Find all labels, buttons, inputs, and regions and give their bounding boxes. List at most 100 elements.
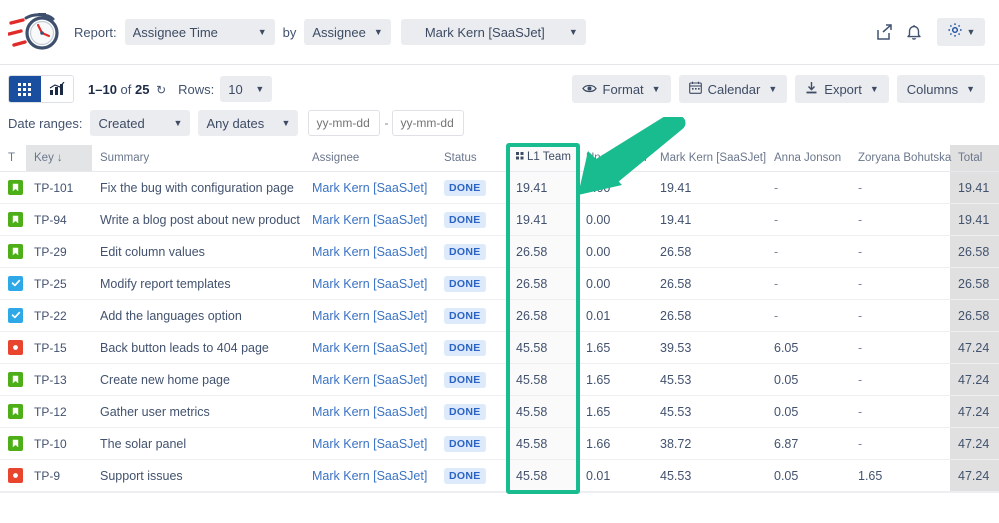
- chevron-down-icon: ▼: [768, 84, 778, 94]
- assignee-link[interactable]: Mark Kern [SaaSJet]: [312, 213, 427, 227]
- chevron-down-icon: ▼: [568, 26, 578, 37]
- col-header-l1-team[interactable]: L1 Team: [508, 145, 578, 172]
- cell-summary[interactable]: Fix the bug with configuration page: [92, 171, 304, 204]
- status-badge[interactable]: DONE: [444, 275, 486, 292]
- cell-assignee: Mark Kern [SaaSJet]: [304, 299, 436, 332]
- cell-type: [0, 235, 26, 268]
- cell-summary[interactable]: Edit column values: [92, 235, 304, 268]
- col-header-type[interactable]: T: [0, 145, 26, 172]
- cell-key[interactable]: TP-12: [26, 395, 92, 428]
- table-row[interactable]: TP-13 Create new home page Mark Kern [SaaS…: [0, 363, 999, 396]
- cell-total: 19.41: [950, 171, 999, 204]
- cell-mark-kern: 45.53: [652, 363, 766, 396]
- cell-summary[interactable]: Create new home page: [92, 363, 304, 396]
- refresh-icon[interactable]: ↻: [156, 83, 166, 97]
- cell-key[interactable]: TP-10: [26, 427, 92, 460]
- cell-summary[interactable]: Back button leads to 404 page: [92, 331, 304, 364]
- export-button[interactable]: Export ▼: [795, 75, 889, 103]
- status-badge[interactable]: DONE: [444, 243, 486, 260]
- col-header-summary[interactable]: Summary: [92, 145, 304, 172]
- table-row[interactable]: TP-9 Support issues Mark Kern [SaaSJet] DON…: [0, 459, 999, 492]
- cell-summary[interactable]: Support issues: [92, 459, 304, 492]
- col-header-status[interactable]: Status: [436, 145, 508, 172]
- cell-summary[interactable]: The solar panel: [92, 427, 304, 460]
- settings-button[interactable]: ▼: [937, 18, 985, 46]
- cell-summary[interactable]: Add the languages option: [92, 299, 304, 332]
- assignee-link[interactable]: Mark Kern [SaaSJet]: [312, 309, 427, 323]
- col-header-key-label: Key: [34, 151, 54, 164]
- col-header-total[interactable]: Total: [950, 145, 999, 172]
- bell-icon[interactable]: [899, 17, 929, 47]
- date-preset-select[interactable]: Any dates ▼: [198, 110, 299, 136]
- cell-key[interactable]: TP-29: [26, 235, 92, 268]
- cell-summary[interactable]: Write a blog post about new product: [92, 203, 304, 236]
- user-filter-select[interactable]: Mark Kern [SaaSJet] ▼: [400, 19, 586, 45]
- col-header-mark-kern[interactable]: Mark Kern [SaaSJet]: [652, 145, 766, 172]
- report-type-select[interactable]: Assignee Time ▼: [124, 19, 275, 45]
- table-row[interactable]: TP-22 Add the languages option Mark Kern […: [0, 299, 999, 332]
- cell-total: 47.24: [950, 427, 999, 460]
- share-icon[interactable]: [869, 17, 899, 47]
- group-by-select[interactable]: Assignee ▼: [304, 19, 391, 45]
- table-row[interactable]: TP-15 Back button leads to 404 page Mark K…: [0, 331, 999, 364]
- cell-l1-team: 45.58: [508, 459, 578, 492]
- cell-l1-team: 45.58: [508, 363, 578, 396]
- cell-unassigned: 0.00: [578, 203, 652, 236]
- status-badge[interactable]: DONE: [444, 339, 486, 356]
- issue-type-story-icon: [8, 372, 23, 387]
- status-badge[interactable]: DONE: [444, 403, 486, 420]
- status-badge[interactable]: DONE: [444, 211, 486, 228]
- cell-summary[interactable]: Modify report templates: [92, 267, 304, 300]
- user-filter-value: Mark Kern [SaaSJet]: [424, 24, 545, 40]
- assignee-link[interactable]: Mark Kern [SaaSJet]: [312, 341, 427, 355]
- col-header-unassigned[interactable]: Unassigned: [578, 145, 652, 172]
- table-header: T Key ↓ Summary Assignee Status L1 Team U…: [0, 145, 999, 172]
- table-row[interactable]: TP-29 Edit column values Mark Kern [SaaSJe…: [0, 235, 999, 268]
- date-from-input[interactable]: [308, 110, 381, 136]
- assignee-link[interactable]: Mark Kern [SaaSJet]: [312, 405, 427, 419]
- assignee-link[interactable]: Mark Kern [SaaSJet]: [312, 277, 427, 291]
- cell-key[interactable]: TP-22: [26, 299, 92, 332]
- cell-key[interactable]: TP-101: [26, 171, 92, 204]
- assignee-link[interactable]: Mark Kern [SaaSJet]: [312, 469, 427, 483]
- cell-l1-team: 26.58: [508, 299, 578, 332]
- cell-type: [0, 171, 26, 204]
- col-header-zoryana-bohutska[interactable]: Zoryana Bohutska: [850, 145, 951, 172]
- table-row[interactable]: TP-25 Modify report templates Mark Kern [S…: [0, 267, 999, 300]
- status-badge[interactable]: DONE: [444, 435, 486, 452]
- date-field-select[interactable]: Created ▼: [90, 110, 191, 136]
- assignee-link[interactable]: Mark Kern [SaaSJet]: [312, 181, 427, 195]
- col-header-key[interactable]: Key ↓: [26, 145, 92, 172]
- cell-l1-team: 26.58: [508, 235, 578, 268]
- status-badge[interactable]: DONE: [444, 467, 486, 484]
- assignee-link[interactable]: Mark Kern [SaaSJet]: [312, 437, 427, 451]
- assignee-link[interactable]: Mark Kern [SaaSJet]: [312, 373, 427, 387]
- app-header: Report: Assignee Time ▼ by Assignee ▼ Ma…: [0, 0, 999, 65]
- chart-view-icon[interactable]: [41, 76, 73, 102]
- col-header-anna-jonson[interactable]: Anna Jonson: [766, 145, 850, 172]
- cell-type: [0, 395, 26, 428]
- format-button[interactable]: Format ▼: [571, 75, 671, 103]
- rows-per-page-select[interactable]: 10 ▼: [220, 76, 273, 102]
- calendar-button[interactable]: Calendar ▼: [678, 75, 788, 103]
- table-row[interactable]: TP-10 The solar panel Mark Kern [SaaSJet] D…: [0, 427, 999, 460]
- table-row[interactable]: TP-94 Write a blog post about new product…: [0, 203, 999, 236]
- col-header-assignee[interactable]: Assignee: [304, 145, 436, 172]
- cell-key[interactable]: TP-9: [26, 459, 92, 492]
- cell-key[interactable]: TP-15: [26, 331, 92, 364]
- cell-status: DONE: [436, 363, 508, 396]
- table-row[interactable]: TP-101 Fix the bug with configuration pag…: [0, 171, 999, 204]
- cell-key[interactable]: TP-94: [26, 203, 92, 236]
- status-badge[interactable]: DONE: [444, 371, 486, 388]
- grid-view-icon[interactable]: [9, 76, 41, 102]
- cell-key[interactable]: TP-25: [26, 267, 92, 300]
- cell-key[interactable]: TP-13: [26, 363, 92, 396]
- columns-button[interactable]: Columns ▼: [896, 75, 985, 103]
- status-badge[interactable]: DONE: [444, 307, 486, 324]
- table-body: TP-101 Fix the bug with configuration pag…: [0, 171, 999, 492]
- cell-summary[interactable]: Gather user metrics: [92, 395, 304, 428]
- status-badge[interactable]: DONE: [444, 179, 486, 196]
- date-to-input[interactable]: [392, 110, 465, 136]
- assignee-link[interactable]: Mark Kern [SaaSJet]: [312, 245, 427, 259]
- table-row[interactable]: TP-12 Gather user metrics Mark Kern [SaaSJ…: [0, 395, 999, 428]
